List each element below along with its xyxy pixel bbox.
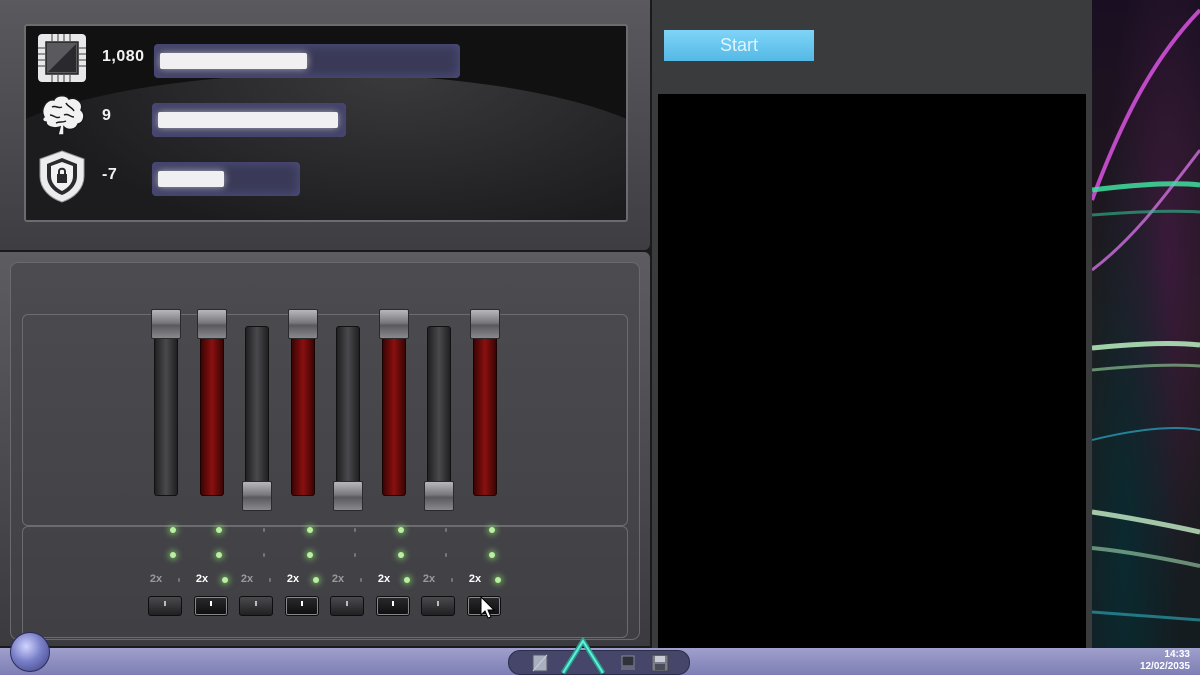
clock-time: 14:33: [1164, 649, 1190, 660]
button-indicator: [301, 601, 303, 606]
fader-bay: [22, 314, 628, 526]
channel-1-led-1: [170, 527, 176, 533]
fader-track-4: [291, 330, 315, 496]
channel-4-led-2: [307, 552, 313, 558]
channel-1-multiplier: 2x: [149, 573, 163, 585]
processing-value: 1,080: [102, 48, 145, 65]
stats-panel: 1,080 9 -7: [0, 0, 650, 250]
desktop-wallpaper: [1092, 0, 1200, 648]
stats-screen: 1,080 9 -7: [24, 24, 628, 222]
security-value: -7: [102, 166, 118, 183]
floppy-disk-icon[interactable]: [649, 653, 671, 673]
neon-streaks: [1092, 8, 1200, 622]
channel-6-led-3: [404, 577, 410, 583]
channel-2-toggle-button[interactable]: [194, 596, 228, 616]
fader-track-6: [382, 330, 406, 496]
processing-bar: [154, 44, 460, 78]
intelligence-value: 9: [102, 107, 112, 124]
dock: [508, 637, 690, 675]
channel-3-led-2: [263, 553, 265, 557]
stat-row-intelligence: 9: [34, 89, 594, 143]
button-indicator: [210, 601, 212, 606]
channel-7-led-3: [451, 578, 453, 582]
channel-4-led-1: [307, 527, 313, 533]
channel-5-led-1: [354, 528, 356, 532]
channel-5-led-3: [360, 578, 362, 582]
stat-row-security: -7: [34, 148, 594, 203]
processing-bar-fill: [160, 53, 307, 69]
channel-3-toggle-button[interactable]: [239, 596, 273, 616]
fader-knob-7[interactable]: [424, 481, 454, 511]
channel-2-led-3: [222, 577, 228, 583]
fader-knob-2[interactable]: [197, 309, 227, 339]
button-indicator: [164, 601, 166, 606]
launcher-logo-icon[interactable]: [559, 637, 607, 675]
channel-4-multiplier: 2x: [286, 573, 300, 585]
channel-4-led-3: [313, 577, 319, 583]
fader-track-8: [473, 330, 497, 496]
clock-date: 12/02/2035: [1139, 661, 1190, 672]
fader-track-1: [154, 330, 178, 496]
mixer-panel: 2x 2x 2x 2x 2x 2x 2x 2x: [0, 252, 650, 646]
channel-3-multiplier: 2x: [240, 573, 254, 585]
channel-7-led-2: [445, 553, 447, 557]
fader-knob-1[interactable]: [151, 309, 181, 339]
terminal-icon[interactable]: [617, 653, 639, 673]
channel-4-toggle-button[interactable]: [285, 596, 319, 616]
channel-5-led-2: [354, 553, 356, 557]
shield-icon: [39, 150, 85, 203]
button-indicator: [437, 601, 439, 606]
fader-knob-5[interactable]: [333, 481, 363, 511]
fader-knob-6[interactable]: [379, 309, 409, 339]
channel-3-led-1: [263, 528, 265, 532]
channel-7-led-1: [445, 528, 447, 532]
channel-1-led-3: [178, 578, 180, 582]
channel-3-led-3: [269, 578, 271, 582]
fader-knob-3[interactable]: [242, 481, 272, 511]
fader-track-3: [245, 326, 269, 496]
channel-7-multiplier: 2x: [422, 573, 436, 585]
intelligence-bar: [152, 103, 346, 137]
document-icon[interactable]: [529, 653, 551, 673]
channel-5-toggle-button[interactable]: [330, 596, 364, 616]
channel-6-led-2: [398, 552, 404, 558]
button-indicator: [392, 601, 394, 606]
start-orb-icon[interactable]: [10, 632, 50, 672]
channel-2-multiplier: 2x: [195, 573, 209, 585]
channel-6-toggle-button[interactable]: [376, 596, 410, 616]
output-display: [658, 94, 1086, 648]
channel-1-led-2: [170, 552, 176, 558]
intelligence-bar-fill: [158, 112, 338, 128]
security-bar-fill: [158, 171, 224, 187]
fader-track-2: [200, 330, 224, 496]
fader-track-5: [336, 326, 360, 496]
button-indicator: [346, 601, 348, 606]
security-bar: [152, 162, 300, 196]
taskbar: 14:33 12/02/2035: [0, 632, 1200, 675]
channel-6-led-1: [398, 527, 404, 533]
mouse-cursor-icon: [480, 596, 496, 619]
right-panel: Start: [652, 0, 1092, 648]
cpu-chip-icon: [38, 34, 86, 82]
channel-5-multiplier: 2x: [331, 573, 345, 585]
channel-8-led-2: [489, 552, 495, 558]
stat-row-processing: 1,080: [34, 30, 594, 84]
channel-2-led-1: [216, 527, 222, 533]
start-button[interactable]: Start: [664, 30, 814, 61]
channel-1-toggle-button[interactable]: [148, 596, 182, 616]
taskbar-clock: 14:33 12/02/2035: [1140, 649, 1190, 673]
channel-6-multiplier: 2x: [377, 573, 391, 585]
channel-8-led-3: [495, 577, 501, 583]
brain-icon: [41, 95, 85, 136]
channel-2-led-2: [216, 552, 222, 558]
channel-7-toggle-button[interactable]: [421, 596, 455, 616]
fader-knob-4[interactable]: [288, 309, 318, 339]
fader-knob-8[interactable]: [470, 309, 500, 339]
button-bay: [22, 526, 628, 638]
channel-8-led-1: [489, 527, 495, 533]
channel-8-multiplier: 2x: [468, 573, 482, 585]
fader-track-7: [427, 326, 451, 496]
button-indicator: [255, 601, 257, 606]
